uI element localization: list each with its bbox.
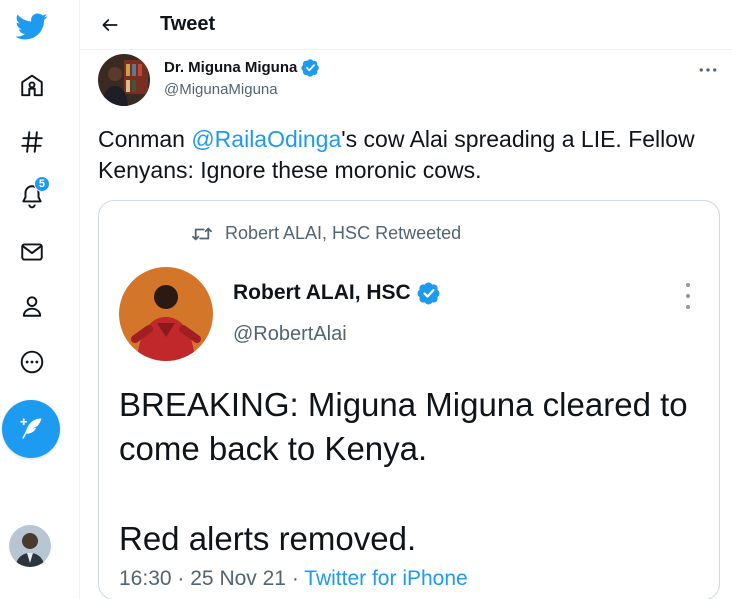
- embedded-text-line2: Red alerts removed.: [119, 520, 417, 557]
- page-header: Tweet: [80, 0, 732, 50]
- nav-profile-button[interactable]: [10, 284, 54, 328]
- nav-notifications-button[interactable]: 5: [10, 174, 54, 218]
- page-title: Tweet: [160, 13, 216, 35]
- embedded-date: 25 Nov 21: [190, 567, 286, 590]
- tweet-author: Dr. Miguna Miguna @MigunaMiguna: [98, 54, 732, 110]
- arrow-left-icon: [102, 18, 118, 31]
- author-handle[interactable]: @MigunaMiguna: [164, 81, 320, 98]
- retweet-indicator: Robert ALAI, HSC Retweeted: [191, 223, 461, 244]
- embedded-author-avatar: [119, 267, 213, 361]
- author-avatar-image: [98, 54, 150, 106]
- author-names: Dr. Miguna Miguna @MigunaMiguna: [164, 58, 320, 98]
- meta-separator: ·: [291, 567, 299, 590]
- verified-badge-icon: [417, 282, 440, 305]
- twitter-bird-icon: [16, 13, 48, 40]
- nav-explore-button[interactable]: [10, 120, 54, 164]
- embedded-time: 16:30: [119, 567, 172, 590]
- tweet-text-before: Conman: [98, 126, 192, 152]
- tweet-image[interactable]: Robert ALAI, HSC Retweeted Robert ALAI, …: [98, 200, 720, 599]
- embedded-author-name-text: Robert ALAI, HSC: [233, 281, 411, 304]
- tweet-more-button[interactable]: [696, 60, 720, 80]
- hashtag-icon: [21, 131, 43, 153]
- tweet-mention-link[interactable]: @RailaOdinga: [191, 126, 341, 152]
- meta-separator: ·: [177, 567, 185, 590]
- more-horizontal-icon: [699, 68, 717, 72]
- mail-icon: [21, 243, 43, 261]
- nav-messages-button[interactable]: [10, 230, 54, 274]
- embedded-tweet-meta: 16:30 · 25 Nov 21 · Twitter for iPhone: [119, 567, 468, 591]
- embedded-avatar-image: [119, 267, 213, 361]
- compose-tweet-button[interactable]: [2, 400, 60, 458]
- account-avatar-image: [9, 525, 51, 567]
- author-name-text: Dr. Miguna Miguna: [164, 59, 298, 76]
- profile-icon: [22, 296, 42, 317]
- account-avatar[interactable]: [9, 525, 51, 567]
- embedded-author-name: Robert ALAI, HSC: [233, 281, 441, 305]
- notification-badge: 5: [33, 176, 50, 192]
- more-circle-icon: [20, 350, 44, 374]
- home-icon: [21, 74, 43, 97]
- retweet-icon: [192, 227, 212, 240]
- nav-rail: 5: [0, 0, 80, 599]
- feather-plus-icon: [20, 418, 42, 439]
- tweet-detail-column: Tweet Dr. Miguna Miguna @MigunaMiguna Co…: [80, 0, 732, 599]
- author-display-name[interactable]: Dr. Miguna Miguna: [164, 58, 320, 77]
- embedded-text-line1: BREAKING: Miguna Miguna cleared to come …: [119, 386, 688, 467]
- more-vertical-icon: [683, 283, 693, 309]
- retweet-label: Robert ALAI, HSC Retweeted: [225, 223, 462, 243]
- author-avatar[interactable]: [98, 54, 150, 106]
- nav-home-button[interactable]: [10, 64, 54, 108]
- tweet-text: Conman @RailaOdinga's cow Alai spreading…: [98, 124, 718, 186]
- embedded-source: Twitter for iPhone: [304, 567, 468, 590]
- embedded-author-handle: @RobertAlai: [233, 323, 347, 345]
- back-button[interactable]: [90, 5, 130, 45]
- verified-badge-icon: [301, 59, 320, 77]
- twitter-logo[interactable]: [10, 4, 54, 48]
- embedded-tweet-text: BREAKING: Miguna Miguna cleared to come …: [119, 383, 709, 561]
- nav-more-button[interactable]: [10, 340, 54, 384]
